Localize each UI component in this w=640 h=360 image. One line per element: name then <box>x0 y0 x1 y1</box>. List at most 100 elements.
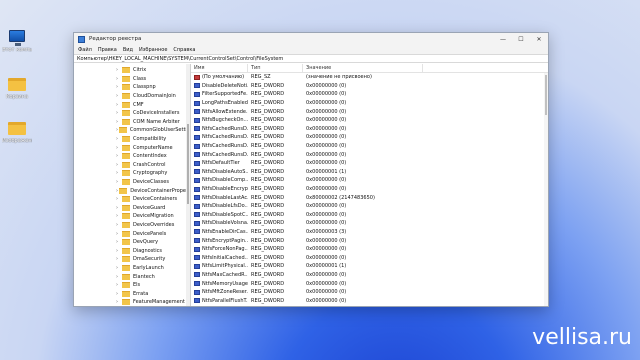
values-scrollbar-thumb[interactable] <box>545 75 547 115</box>
tree-item[interactable]: › CommonGlobUserSettin <box>74 126 190 135</box>
value-row[interactable]: NtfsDisableLastAc... REG_DWORD 0x80000002 … <box>191 193 548 202</box>
desktop-icon-images[interactable]: Изображения <box>2 122 32 144</box>
tree-item[interactable]: › Elantech <box>74 272 190 281</box>
address-path[interactable]: Компьютер\HKEY_LOCAL_MACHINE\SYSTEM\Curr… <box>77 56 283 62</box>
tree-item[interactable]: › DevicePanels <box>74 229 190 238</box>
tree-item[interactable]: › DmaSecurity <box>74 255 190 264</box>
tree-item[interactable]: › Els <box>74 281 190 290</box>
tree-item[interactable]: › CMF <box>74 100 190 109</box>
tree-item[interactable]: › DeviceClasses <box>74 178 190 187</box>
column-header-name[interactable]: Имя <box>191 64 248 73</box>
binary-value-icon <box>194 186 200 192</box>
value-name-cell: NtfsLimitPhysical... <box>191 263 248 269</box>
value-type: REG_DWORD <box>251 108 285 115</box>
folder-icon <box>118 127 127 134</box>
value-row[interactable]: DisableDeleteNoti... REG_DWORD 0x00000000 … <box>191 82 548 91</box>
value-data: 0x00000000 (0) <box>306 91 347 98</box>
tree-item[interactable]: › EarlyLaunch <box>74 264 190 273</box>
value-name: NtfsInitialCached... <box>202 254 248 261</box>
value-name-cell: (По умолчанию) <box>191 74 248 80</box>
value-row[interactable]: NtfsForceNonPag... REG_DWORD 0x00000000 (0… <box>191 245 548 254</box>
value-row[interactable]: NtfsLimitPhysical... REG_DWORD 0x00000001 … <box>191 262 548 271</box>
value-row[interactable]: NtfsEnableDirCas... REG_DWORD 0x00000003 (… <box>191 228 548 237</box>
tree-item[interactable]: › CoDeviceInstallers <box>74 109 190 118</box>
column-header-type[interactable]: Тип <box>248 64 303 73</box>
value-row[interactable]: NtfsMaxCachedR... REG_DWORD 0x00000000 (0) <box>191 271 548 280</box>
folder-icon <box>122 118 130 125</box>
value-type: REG_DWORD <box>251 177 285 184</box>
value-row[interactable]: NtfsCachedRunsD... REG_DWORD 0x00000000 (0… <box>191 142 548 151</box>
value-row[interactable]: NtfsDisableLfsDo... REG_DWORD 0x00000000 (… <box>191 202 548 211</box>
key-tree-pane[interactable]: › Citrix › Class › Classpnp › CloudDomainJoin › C… <box>74 64 191 306</box>
value-row[interactable]: NtfsDisableSpotC... REG_DWORD 0x00000000 (… <box>191 211 548 220</box>
tree-scrollbar[interactable] <box>186 64 190 306</box>
tree-item[interactable]: › FeatureManagement <box>74 298 190 306</box>
column-header-data[interactable]: Значение <box>303 64 423 73</box>
tree-item[interactable]: › DevQuery <box>74 238 190 247</box>
tree-item[interactable]: › DeviceContainerPropert <box>74 186 190 195</box>
menu-favorites[interactable]: Избранное <box>139 47 167 53</box>
binary-value-icon <box>194 177 200 183</box>
value-row[interactable]: (По умолчанию) REG_SZ (значение не присвое… <box>191 73 548 82</box>
folder-icon <box>122 179 130 186</box>
menu-help[interactable]: Справка <box>173 47 195 53</box>
value-row[interactable]: NtfsParallelFlushT... REG_DWORD 0x00000000… <box>191 296 548 305</box>
value-row[interactable]: NtfsCachedRunsD... REG_DWORD 0x00000000 (0… <box>191 150 548 159</box>
tree-scrollbar-thumb[interactable] <box>187 124 189 204</box>
value-row[interactable]: NtfsDisableVolsna... REG_DWORD 0x00000000 … <box>191 219 548 228</box>
desktop-icon-this-pc[interactable]: Этот компьютер <box>2 30 32 53</box>
value-row[interactable]: NtfsMftZoneReser... REG_DWORD 0x00000000 (… <box>191 288 548 297</box>
value-row[interactable]: NtfsDefaultTier REG_DWORD 0x00000000 (0) <box>191 159 548 168</box>
value-row[interactable]: NtfsEncryptPagin... REG_DWORD 0x00000000 (… <box>191 236 548 245</box>
desktop-icon-recycle[interactable]: Корзина <box>2 78 32 100</box>
values-pane[interactable]: Имя Тип Значение (По умолчанию) REG_SZ (зн… <box>191 64 548 306</box>
binary-value-icon <box>194 134 200 140</box>
values-scrollbar[interactable] <box>544 73 548 306</box>
value-name-cell: NtfsBugcheckOn... <box>191 117 248 123</box>
value-row[interactable]: NtfsDisableEncryp... REG_DWORD 0x00000000 … <box>191 185 548 194</box>
value-row[interactable]: NtfsDisableComp... REG_DWORD 0x00000000 (0… <box>191 176 548 185</box>
value-row[interactable]: LongPathsEnabled REG_DWORD 0x00000000 (0) <box>191 99 548 108</box>
folder-icon <box>122 290 130 297</box>
value-row[interactable]: NtfsCachedRunsD... REG_DWORD 0x00000000 (0… <box>191 125 548 134</box>
menu-view[interactable]: Вид <box>123 47 133 53</box>
value-row[interactable]: NtfsBugcheckOn... REG_DWORD 0x00000000 (0) <box>191 116 548 125</box>
tree-item[interactable]: › COM Name Arbiter <box>74 118 190 127</box>
tree-item[interactable]: › DeviceContainers <box>74 195 190 204</box>
maximize-button[interactable]: ☐ <box>512 33 530 45</box>
tree-item[interactable]: › Errata <box>74 289 190 298</box>
registry-editor-window: Редактор реестра — ☐ ✕ Файл Правка Вид И… <box>73 32 549 307</box>
tree-item-label: CMF <box>133 101 144 108</box>
tree-item-label: DevicePanels <box>133 230 167 237</box>
value-type: REG_DWORD <box>251 211 285 218</box>
value-type: REG_DWORD <box>251 220 285 227</box>
tree-item[interactable]: › DeviceOverrides <box>74 221 190 230</box>
value-row[interactable]: FilterSupportedFe... REG_DWORD 0x00000000 … <box>191 90 548 99</box>
tree-item[interactable]: › CloudDomainJoin <box>74 92 190 101</box>
value-data: 0x00000000 (0) <box>306 134 347 141</box>
tree-item-label: CloudDomainJoin <box>133 93 176 100</box>
menu-file[interactable]: Файл <box>78 47 92 53</box>
tree-item[interactable]: › Compatibility <box>74 135 190 144</box>
tree-item[interactable]: › Classpnp <box>74 83 190 92</box>
close-button[interactable]: ✕ <box>530 33 548 45</box>
address-bar[interactable]: Компьютер\HKEY_LOCAL_MACHINE\SYSTEM\Curr… <box>74 54 548 63</box>
menu-edit[interactable]: Правка <box>98 47 117 53</box>
tree-item[interactable]: › DeviceMigration <box>74 212 190 221</box>
tree-item[interactable]: › ContentIndex <box>74 152 190 161</box>
minimize-button[interactable]: — <box>494 33 512 45</box>
tree-item[interactable]: › Cryptography <box>74 169 190 178</box>
tree-item[interactable]: › CrashControl <box>74 161 190 170</box>
tree-item[interactable]: › DeviceGuard <box>74 204 190 213</box>
value-row[interactable]: NtfsCachedRunsD... REG_DWORD 0x00000000 (0… <box>191 133 548 142</box>
tree-item[interactable]: › Diagnostics <box>74 246 190 255</box>
tree-item[interactable]: › Class <box>74 75 190 84</box>
value-row[interactable]: NtfsDisableAutoS... REG_DWORD 0x00000001 (… <box>191 168 548 177</box>
tree-item[interactable]: › Citrix <box>74 66 190 75</box>
value-data: 0x00000000 (0) <box>306 125 347 132</box>
tree-item[interactable]: › ComputerName <box>74 143 190 152</box>
binary-value-icon <box>194 195 200 201</box>
value-row[interactable]: NtfsInitialCached... REG_DWORD 0x00000000 … <box>191 253 548 262</box>
value-row[interactable]: NtfsAllowExtende... REG_DWORD 0x00000000 (… <box>191 107 548 116</box>
value-row[interactable]: NtfsMemoryUsage REG_DWORD 0x00000000 (0) <box>191 279 548 288</box>
